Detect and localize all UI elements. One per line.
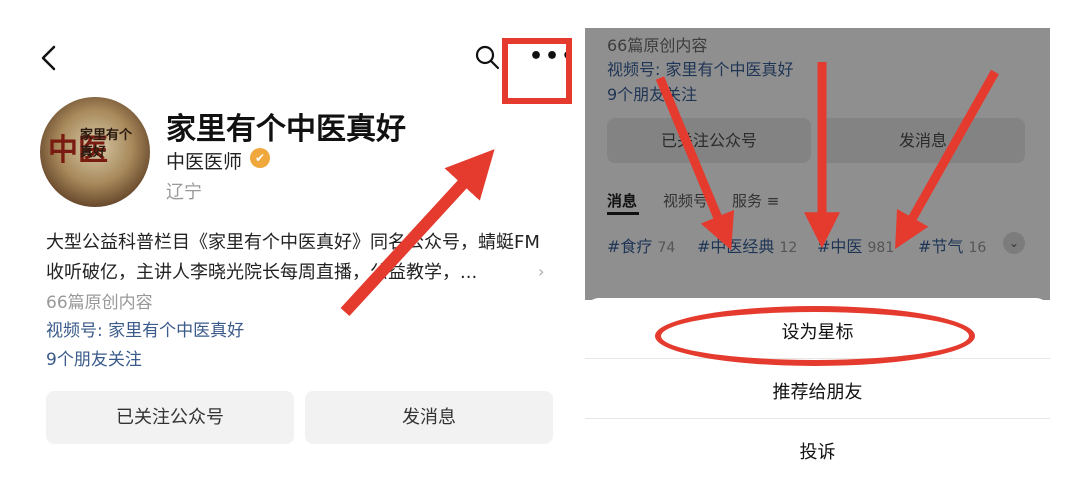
annotation-arrow [895, 69, 999, 250]
annotation-arrows [340, 62, 999, 317]
annotation-arrow [655, 76, 735, 250]
annotation-arrow [340, 149, 495, 317]
